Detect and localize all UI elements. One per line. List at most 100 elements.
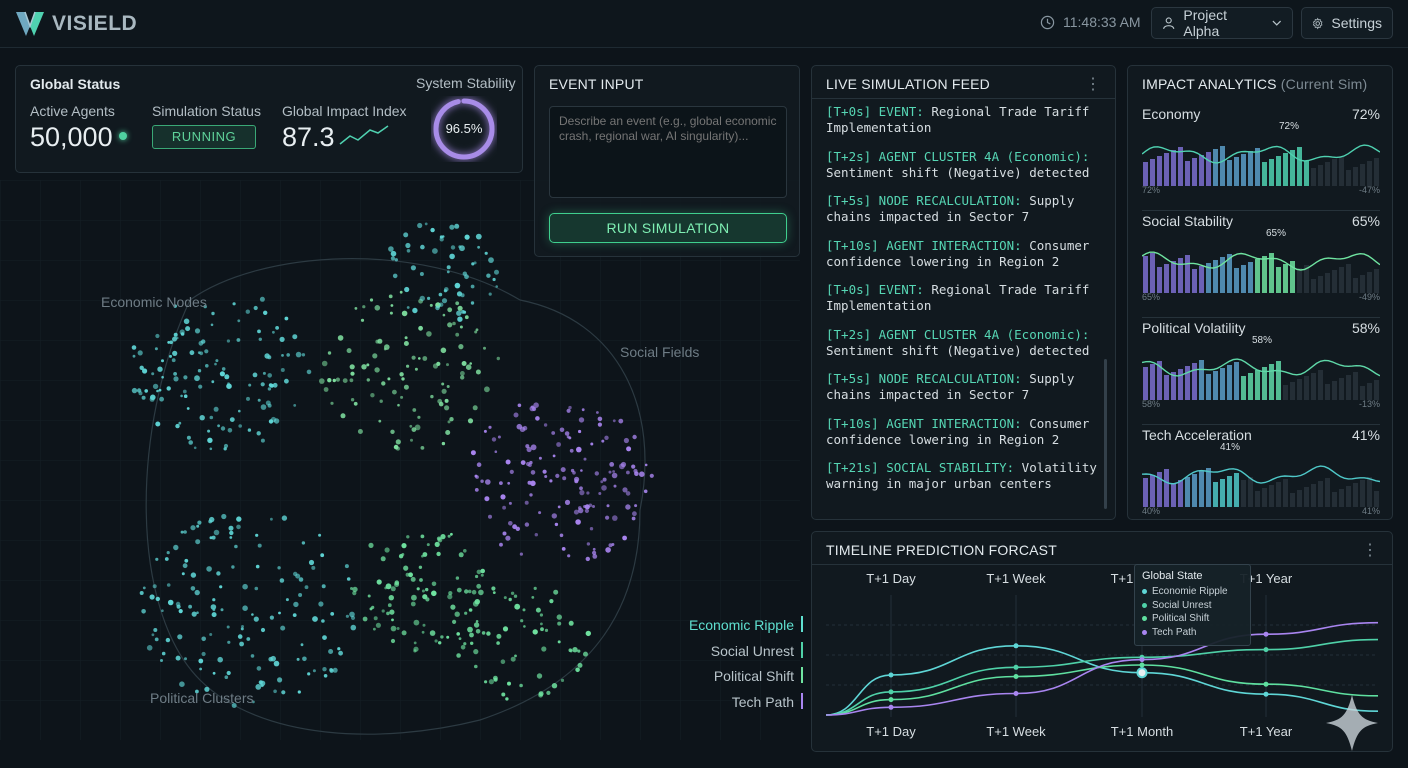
impact-bar: [1213, 371, 1218, 400]
agent-node: [395, 446, 400, 451]
settings-button[interactable]: Settings: [1301, 7, 1393, 39]
agent-node: [151, 372, 155, 376]
impact-bar: [1234, 268, 1239, 293]
impact-bar: [1276, 482, 1281, 507]
agent-node: [472, 405, 478, 411]
agent-node: [475, 369, 481, 375]
agent-node: [538, 691, 544, 697]
agent-node: [605, 547, 611, 553]
impact-peak-label: 65%: [1266, 228, 1287, 239]
agent-node: [458, 552, 464, 558]
agent-node: [399, 290, 403, 294]
impact-bar: [1318, 481, 1323, 507]
agent-node: [534, 533, 538, 537]
scrollbar[interactable]: [1104, 359, 1107, 509]
agent-node: [406, 364, 410, 368]
agent-node: [572, 647, 578, 653]
agent-node: [321, 360, 328, 367]
impact-max-label: -47%: [1358, 185, 1380, 195]
agent-node: [350, 371, 355, 376]
more-options-icon[interactable]: ⋮: [1085, 74, 1101, 94]
agent-node: [477, 245, 480, 249]
agent-node: [449, 417, 454, 422]
impact-bar: [1178, 258, 1183, 293]
impact-bar: [1178, 147, 1183, 186]
agent-node: [301, 541, 306, 545]
agent-node: [440, 635, 444, 639]
agent-node: [273, 660, 280, 667]
agent-node: [596, 411, 599, 414]
more-options-icon[interactable]: ⋮: [1362, 540, 1378, 560]
agent-node: [468, 608, 473, 612]
agent-node: [475, 233, 482, 240]
run-simulation-button[interactable]: RUN SIMULATION: [549, 213, 787, 243]
agent-node: [257, 398, 261, 402]
agent-node: [539, 613, 544, 617]
agent-node: [231, 565, 235, 569]
agent-node: [373, 616, 378, 621]
agent-node: [508, 597, 512, 602]
impact-trend-line: [1142, 251, 1380, 271]
agent-node: [425, 587, 429, 592]
logo-icon: [16, 11, 44, 36]
impact-bar: [1276, 267, 1281, 293]
agent-node: [467, 589, 472, 594]
impact-name: Social Stability: [1142, 213, 1234, 229]
event-description-input[interactable]: [549, 106, 787, 198]
agent-node: [205, 364, 209, 368]
legend-social-unrest[interactable]: Social Unrest: [654, 643, 794, 659]
impact-bar: [1311, 484, 1316, 507]
agent-node: [474, 330, 478, 334]
agent-node: [514, 603, 521, 610]
agent-node: [319, 378, 325, 384]
agent-node: [286, 353, 291, 357]
agent-node: [379, 399, 383, 403]
legend-bar: [801, 642, 803, 658]
agent-node: [318, 601, 324, 607]
agent-node: [496, 356, 500, 361]
agent-node: [454, 611, 460, 617]
agent-node: [312, 616, 318, 622]
agent-node: [568, 620, 574, 626]
agent-node: [631, 516, 636, 521]
agent-node: [575, 519, 581, 525]
agent-node: [478, 589, 484, 596]
feed-entry-tag: [T+5s] NODE RECALCULATION:: [826, 371, 1022, 386]
agent-node: [345, 614, 349, 618]
impact-bar: [1297, 147, 1302, 186]
agent-node: [182, 563, 188, 569]
agent-node: [470, 284, 475, 289]
agent-node: [252, 372, 258, 378]
agent-node: [377, 338, 383, 344]
impact-bar: [1290, 493, 1295, 507]
agent-node: [211, 311, 215, 316]
agent-node: [456, 587, 462, 593]
legend-political-shift[interactable]: Political Shift: [654, 668, 794, 684]
agent-node: [176, 604, 181, 609]
agent-node: [380, 556, 386, 562]
impact-bar: [1353, 483, 1358, 507]
impact-bar: [1157, 267, 1162, 293]
agent-node: [474, 599, 480, 605]
agent-node: [502, 531, 507, 536]
impact-bar: [1304, 161, 1309, 186]
agent-node: [483, 429, 487, 433]
agent-node: [475, 475, 479, 479]
legend-economic-ripple[interactable]: Economic Ripple: [654, 617, 794, 633]
impact-bar: [1318, 276, 1323, 293]
impact-bar: [1192, 474, 1197, 507]
timeline-chart[interactable]: T+1 Day T+1 Week T+1 T+1 Year T+1 Day T+1 Wee…: [812, 565, 1392, 753]
legend-tech-path[interactable]: Tech Path: [654, 694, 794, 710]
project-selector[interactable]: Project Alpha: [1151, 7, 1293, 39]
feed-entry-tag: [T+5s] NODE RECALCULATION:: [826, 193, 1022, 208]
agent-node: [131, 345, 137, 350]
agent-node: [579, 490, 585, 496]
impact-bar: [1360, 275, 1365, 293]
agent-node: [625, 504, 631, 510]
impact-percent: 41%: [1351, 427, 1380, 443]
feed-entry-tag: [T+0s] EVENT:: [826, 104, 924, 119]
agent-node: [186, 407, 190, 410]
agent-node: [226, 625, 230, 629]
impact-bar: [1269, 364, 1274, 400]
impact-bar: [1255, 491, 1260, 507]
